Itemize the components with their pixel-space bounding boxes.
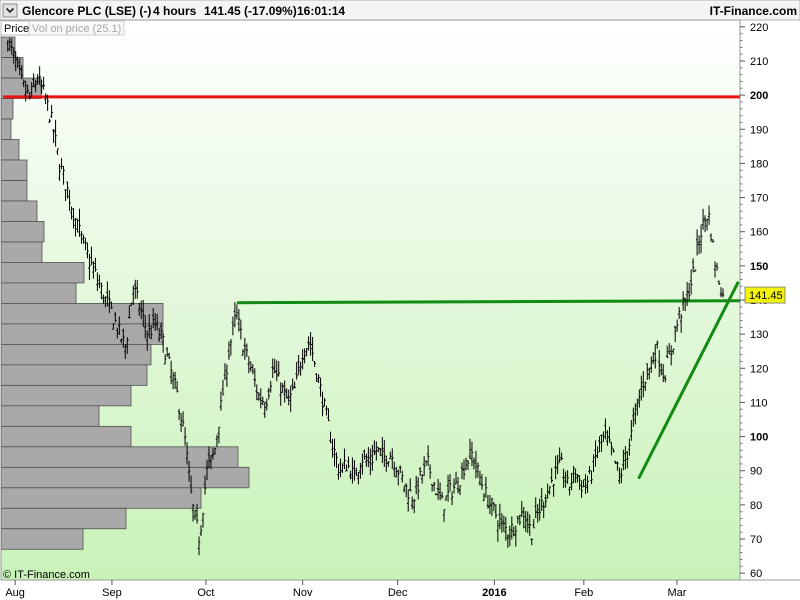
x-tick-label: Nov: [293, 587, 313, 599]
volume-bar: [1, 343, 152, 366]
y-tick-label: 100: [750, 432, 768, 444]
y-tick-label: 170: [750, 193, 768, 205]
volume-bar: [1, 200, 38, 222]
volume-bar: [1, 241, 43, 263]
quote-time: 16:01:14: [297, 4, 345, 18]
y-tick-label: 90: [750, 466, 762, 478]
x-tick-label: Mar: [667, 587, 686, 599]
last-price-value: 141.45: [749, 290, 783, 302]
chart-root: Glencore PLC (LSE) (-) 4 hours 141.45 (-…: [0, 0, 800, 599]
y-tick-label: 180: [750, 158, 768, 170]
volume-bar: [1, 487, 202, 509]
volume-bar: [1, 303, 164, 325]
volume-bar: [1, 159, 28, 181]
volume-bar: [1, 446, 239, 468]
y-tick-label: 60: [750, 568, 762, 580]
brand-name: IT-Finance.com: [710, 4, 797, 18]
y-tick-label: 210: [750, 56, 768, 68]
x-tick-label: Dec: [388, 587, 408, 599]
volume-bar: [1, 528, 84, 550]
volume-bar: [1, 180, 28, 202]
y-tick-label: 220: [750, 22, 768, 34]
watermark: © IT-Finance.com: [3, 569, 90, 581]
volume-bar: [1, 139, 20, 161]
instrument-title: Glencore PLC (LSE) (-): [22, 4, 151, 18]
volume-bar: [1, 118, 12, 140]
last-price-label: 141.45: [744, 286, 786, 304]
legend-vol-label: Vol on price (25.1): [32, 23, 121, 35]
volume-bar: [1, 221, 45, 243]
volume-bar: [1, 425, 132, 448]
y-tick-label: 110: [750, 397, 768, 409]
x-tick-label: Sep: [102, 587, 122, 599]
y-tick-label: 160: [750, 227, 768, 239]
support-line: [236, 299, 740, 305]
y-tick-label: 200: [750, 90, 768, 102]
volume-bar: [1, 364, 148, 386]
volume-bar: [1, 323, 164, 345]
volume-bar: [1, 466, 250, 489]
header-menu-icon[interactable]: [2, 3, 18, 18]
volume-bar: [1, 405, 100, 427]
volume-bar: [1, 98, 14, 120]
last-quote: 141.45 (-17.09%): [204, 4, 297, 18]
y-tick-label: 150: [750, 261, 768, 273]
chart-period: 4 hours: [153, 4, 197, 18]
x-tick-label: 2016: [482, 587, 506, 599]
y-tick-label: 70: [750, 534, 762, 546]
volume-bar: [1, 262, 85, 284]
volume-bar: [1, 282, 77, 304]
x-tick-label: Feb: [574, 587, 593, 599]
y-tick-label: 80: [750, 500, 762, 512]
volume-bar: [1, 384, 132, 407]
x-tick-label: Aug: [5, 587, 25, 599]
x-tick-label: Oct: [197, 587, 214, 599]
x-axis: Aug Sep Oct Nov Dec 2016 Feb Mar: [5, 580, 687, 599]
y-tick-label: 120: [750, 363, 768, 375]
y-tick-label: 190: [750, 124, 768, 136]
y-tick-label: 130: [750, 329, 768, 341]
volume-bar: [1, 507, 127, 530]
legend-price-label: Price: [4, 23, 29, 35]
